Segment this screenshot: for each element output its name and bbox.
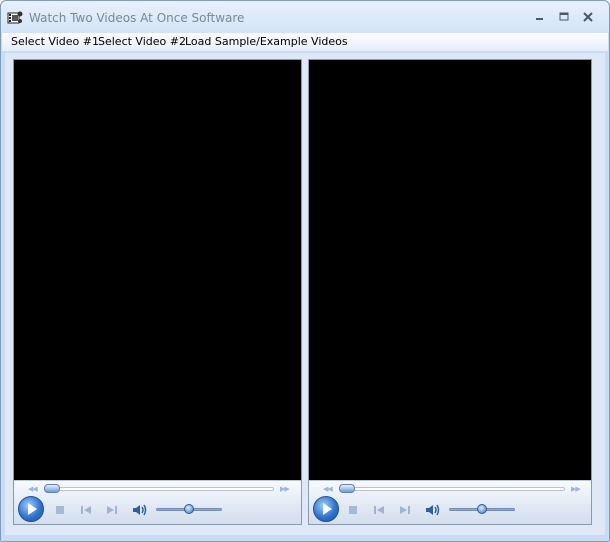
play-icon: [323, 503, 332, 515]
player-controls-2: ◀◀ ▶▶: [309, 480, 591, 524]
stop-icon: [56, 506, 64, 514]
window-title: Watch Two Videos At Once Software: [29, 11, 245, 25]
seek-back-icon[interactable]: ◀◀: [323, 485, 333, 493]
minimize-button[interactable]: [531, 9, 549, 25]
seek-forward-icon[interactable]: ▶▶: [571, 485, 581, 493]
play-button-2[interactable]: [313, 496, 339, 522]
menu-select-video-2[interactable]: Select Video #2: [98, 35, 186, 48]
maximize-button[interactable]: [555, 9, 573, 25]
next-button-1[interactable]: [106, 504, 118, 516]
maximize-icon: [559, 12, 569, 21]
play-icon: [28, 503, 37, 515]
previous-button-2[interactable]: [373, 504, 385, 516]
menu-bar: Select Video #1 Select Video #2 Load Sam…: [2, 33, 608, 51]
previous-icon: [81, 506, 91, 514]
speaker-icon: [133, 504, 147, 516]
volume-thumb-2[interactable]: [477, 504, 487, 514]
video-display-1[interactable]: [14, 60, 301, 482]
app-window: Watch Two Videos At Once Software Select…: [0, 0, 610, 542]
film-reel-icon: [7, 11, 23, 24]
next-button-2[interactable]: [399, 504, 411, 516]
seek-back-icon[interactable]: ◀◀: [28, 485, 38, 493]
previous-icon: [374, 506, 384, 514]
play-button-1[interactable]: [18, 496, 44, 522]
menu-select-video-1[interactable]: Select Video #1: [11, 35, 99, 48]
seek-bar-2[interactable]: [339, 487, 565, 491]
stop-button-2[interactable]: [347, 504, 359, 516]
stop-icon: [349, 506, 357, 514]
next-icon: [400, 506, 410, 514]
mute-button-2[interactable]: [425, 504, 441, 516]
mute-button-1[interactable]: [132, 504, 148, 516]
seek-thumb-2[interactable]: [339, 484, 355, 493]
title-bar[interactable]: Watch Two Videos At Once Software: [1, 1, 609, 33]
previous-button-1[interactable]: [80, 504, 92, 516]
seek-forward-icon[interactable]: ▶▶: [280, 485, 290, 493]
stop-button-1[interactable]: [54, 504, 66, 516]
video-display-2[interactable]: [309, 60, 591, 482]
video-player-2: ◀◀ ▶▶: [308, 59, 592, 525]
player-controls-1: ◀◀ ▶▶: [14, 480, 301, 524]
close-icon: [583, 12, 593, 22]
close-button[interactable]: [579, 9, 597, 25]
volume-thumb-1[interactable]: [184, 504, 194, 514]
menu-load-sample-videos[interactable]: Load Sample/Example Videos: [185, 35, 348, 48]
seek-bar-1[interactable]: [44, 487, 274, 491]
minimize-icon: [536, 18, 543, 20]
video-player-1: ◀◀ ▶▶: [13, 59, 302, 525]
seek-thumb-1[interactable]: [44, 484, 60, 493]
speaker-icon: [426, 504, 440, 516]
next-icon: [107, 506, 117, 514]
